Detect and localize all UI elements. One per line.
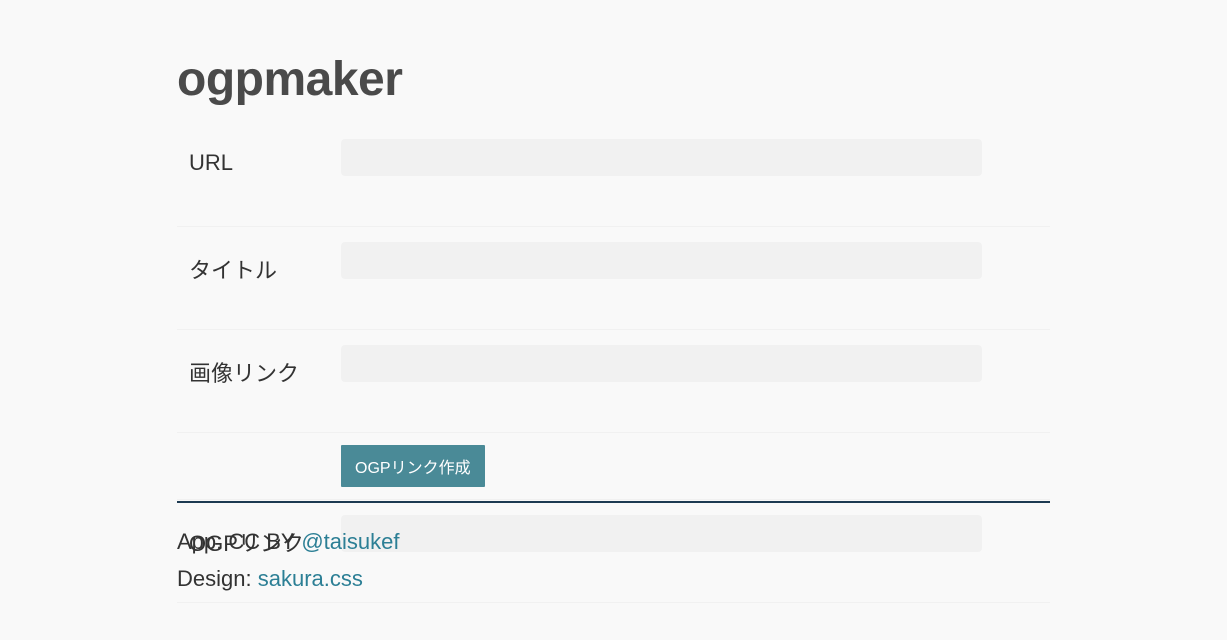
ogp-link-output[interactable] — [341, 515, 982, 552]
footer-design-credit: Design: sakura.css — [177, 565, 363, 593]
create-ogp-link-button[interactable]: OGPリンク作成 — [341, 445, 485, 487]
url-input[interactable] — [341, 139, 982, 176]
author-link[interactable]: @taisukef — [301, 529, 399, 554]
url-label: URL — [177, 124, 341, 227]
page-title: ogpmaker — [177, 53, 403, 106]
form-row-url: URL — [177, 124, 1050, 227]
footer-divider — [177, 501, 1050, 503]
design-credit-text: Design: — [177, 566, 258, 591]
title-label: タイトル — [177, 226, 341, 330]
form-row-submit: OGPリンク作成 — [177, 432, 1050, 500]
title-input[interactable] — [341, 242, 982, 279]
form-row-image: 画像リンク — [177, 329, 1050, 433]
image-link-label: 画像リンク — [177, 329, 341, 433]
app-credit-text: App: CC BY — [177, 529, 302, 554]
footer-app-credit: App: CC BY @taisukef — [177, 528, 399, 556]
sakura-css-link[interactable]: sakura.css — [258, 566, 363, 591]
form-row-title: タイトル — [177, 226, 1050, 330]
image-link-input[interactable] — [341, 345, 982, 382]
